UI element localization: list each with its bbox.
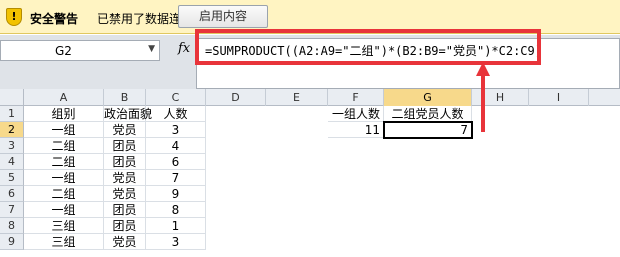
column-header-d[interactable]: D [206, 89, 266, 106]
cell-b6[interactable]: 党员 [104, 186, 146, 202]
cell-b9[interactable]: 党员 [104, 234, 146, 250]
cell-b1[interactable]: 政治面貌 [104, 106, 152, 122]
chevron-down-icon[interactable]: ▼ [148, 44, 155, 54]
cell-b3[interactable]: 团员 [104, 138, 146, 154]
row-header-2[interactable]: 2 [0, 122, 24, 138]
cell-c4[interactable]: 6 [146, 154, 206, 170]
cell-a1[interactable]: 组别 [24, 106, 104, 122]
cell-a3[interactable]: 二组 [24, 138, 104, 154]
column-header-f[interactable]: F [328, 89, 384, 106]
cell-c3[interactable]: 4 [146, 138, 206, 154]
cell-b5[interactable]: 党员 [104, 170, 146, 186]
cell-b8[interactable]: 团员 [104, 218, 146, 234]
cell-a6[interactable]: 二组 [24, 186, 104, 202]
cell-c7[interactable]: 8 [146, 202, 206, 218]
warning-shield-icon: ! [6, 8, 22, 26]
annotation-highlight-box [195, 29, 541, 65]
column-header-a[interactable]: A [24, 89, 104, 106]
cell-c2[interactable]: 3 [146, 122, 206, 138]
cell-b2[interactable]: 党员 [104, 122, 146, 138]
cell-a2[interactable]: 一组 [24, 122, 104, 138]
cell-c6[interactable]: 9 [146, 186, 206, 202]
insert-function-icon[interactable]: fx [178, 41, 190, 56]
column-header-b[interactable]: B [104, 89, 146, 106]
column-header-c[interactable]: C [146, 89, 206, 106]
row-header-5[interactable]: 5 [0, 170, 24, 186]
row-header-4[interactable]: 4 [0, 154, 24, 170]
cell-a7[interactable]: 一组 [24, 202, 104, 218]
cell-f2[interactable]: 11 [328, 122, 384, 138]
enable-content-button[interactable]: 启用内容 [178, 5, 268, 28]
cell-b4[interactable]: 团员 [104, 154, 146, 170]
cell-c5[interactable]: 7 [146, 170, 206, 186]
name-box-value: G2 [55, 44, 72, 58]
cell-c9[interactable]: 3 [146, 234, 206, 250]
cell-c8[interactable]: 1 [146, 218, 206, 234]
name-box[interactable]: G2 ▼ [0, 40, 160, 61]
active-cell-border [383, 121, 473, 139]
row-header-3[interactable]: 3 [0, 138, 24, 154]
row-header-8[interactable]: 8 [0, 218, 24, 234]
cell-a4[interactable]: 二组 [24, 154, 104, 170]
row-header-1[interactable]: 1 [0, 106, 24, 122]
column-header-i[interactable]: I [529, 89, 589, 106]
cell-f1[interactable]: 一组人数 [328, 106, 384, 122]
row-header-7[interactable]: 7 [0, 202, 24, 218]
select-all-corner[interactable] [0, 89, 24, 106]
column-header-row: A B C D E F G H I [0, 89, 620, 106]
row-header-9[interactable]: 9 [0, 234, 24, 250]
cell-a8[interactable]: 三组 [24, 218, 104, 234]
row-header-6[interactable]: 6 [0, 186, 24, 202]
cell-g1[interactable]: 二组党员人数 [384, 106, 472, 122]
column-header-g[interactable]: G [384, 89, 472, 106]
cell-b7[interactable]: 团员 [104, 202, 146, 218]
column-header-e[interactable]: E [266, 89, 328, 106]
annotation-arrow-shaft [481, 74, 485, 132]
cell-a9[interactable]: 三组 [24, 234, 104, 250]
security-warning-title: 安全警告 [30, 12, 79, 26]
cell-a5[interactable]: 一组 [24, 170, 104, 186]
cell-c1[interactable]: 人数 [146, 106, 206, 122]
